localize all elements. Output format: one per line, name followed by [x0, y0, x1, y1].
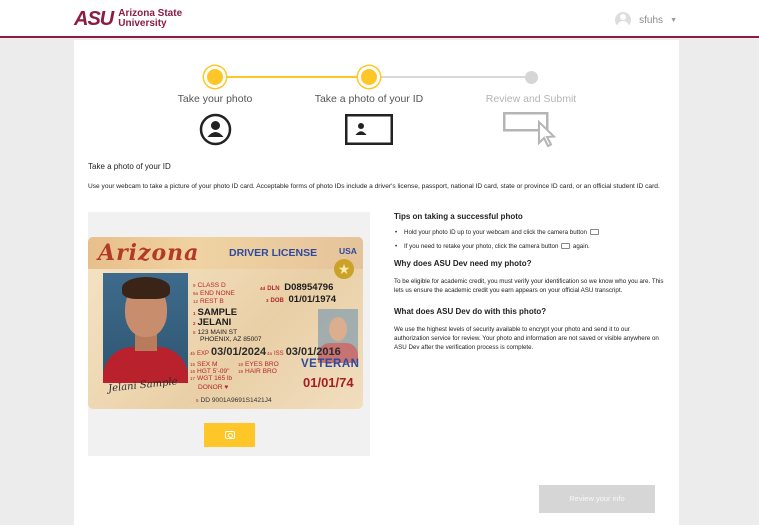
- what-text: We use the highest levels of security av…: [394, 326, 659, 351]
- id-eyes: 18 EYES BRO: [238, 361, 279, 368]
- id-state: Arizona: [98, 240, 200, 266]
- id-type: DRIVER LICENSE: [229, 247, 318, 259]
- person-circle-icon: [199, 113, 232, 146]
- step-connector-pending: [370, 76, 531, 78]
- id-dob: 3 DOB 01/01/1974: [266, 294, 337, 305]
- tips-list: Hold your photo ID up to your webcam and…: [394, 229, 664, 251]
- step-dot-2: [361, 69, 377, 85]
- step-dot-3: [525, 71, 538, 84]
- id-address-2: PHOENIX, AZ 85007: [200, 336, 262, 343]
- id-country: USA: [339, 246, 357, 256]
- id-height: 16 HGT 5'-09": [190, 368, 230, 375]
- id-dln: 4d DLN D08954796: [260, 282, 334, 293]
- tips-title: Tips on taking a successful photo: [394, 212, 523, 221]
- id-portrait: [103, 273, 188, 383]
- id-class: 9 CLASS D: [193, 282, 226, 289]
- user-menu[interactable]: sfuhs ▼: [615, 12, 677, 28]
- webcam-id-preview: Arizona DRIVER LICENSE USA ★ 9 CLASS D 9a…: [88, 237, 363, 409]
- id-dob-short: 01/01/74: [303, 375, 354, 390]
- logo-mark: ASU: [74, 8, 114, 30]
- tips-panel: Tips on taking a successful photo Hold y…: [394, 212, 664, 352]
- review-cursor-icon: [503, 112, 557, 148]
- id-address-1: 8 123 MAIN ST: [193, 329, 238, 336]
- left-gutter: [0, 40, 74, 525]
- camera-icon: [561, 243, 571, 250]
- id-weight: 17 WGT 165 lb: [190, 375, 233, 382]
- step-connector-complete: [215, 76, 369, 78]
- chevron-down-icon: ▼: [670, 16, 677, 24]
- why-title: Why does ASU Dev need my photo?: [394, 259, 532, 268]
- heart-icon: ♥: [224, 384, 229, 391]
- camera-icon: [589, 229, 599, 236]
- id-veteran: VETERAN: [301, 358, 360, 370]
- logo-line-2: University: [118, 18, 167, 29]
- id-end: 9a END NONE: [193, 290, 235, 297]
- id-hair: 19 HAIR BRO: [238, 368, 277, 375]
- id-exp: 4b EXP 03/01/2024: [190, 346, 267, 358]
- what-title: What does ASU Dev do with this photo?: [394, 307, 547, 316]
- logo-text: Arizona State University: [118, 9, 182, 29]
- id-iss: 4a ISS 03/01/2016: [267, 346, 341, 358]
- id-rest: 12 REST B: [193, 298, 224, 305]
- gold-star-icon: ★: [334, 259, 354, 279]
- step-label-3: Review and Submit: [485, 93, 577, 105]
- right-gutter: [679, 40, 759, 525]
- id-dd: 5 DD 9001A9691S1421J4: [196, 397, 272, 404]
- tip-item: Hold your photo ID up to your webcam and…: [394, 229, 664, 237]
- review-info-button[interactable]: Review your info: [539, 485, 655, 513]
- id-first-name: 2 JELANI: [193, 317, 232, 328]
- step-label-2: Take a photo of your ID: [314, 93, 424, 105]
- step-dot-1: [207, 69, 223, 85]
- avatar: [615, 12, 632, 28]
- id-sex: 15 SEX M: [190, 361, 218, 368]
- tip-item: If you need to retake your photo, click …: [394, 243, 664, 251]
- asu-logo[interactable]: ASU Arizona State University: [74, 8, 182, 30]
- camera-icon: [224, 431, 235, 439]
- section-title: Take a photo of your ID: [88, 162, 171, 171]
- id-donor: DONOR ♥: [198, 384, 229, 391]
- top-bar: ASU Arizona State University sfuhs ▼: [0, 0, 759, 38]
- step-label-1: Take your photo: [177, 93, 253, 105]
- id-card-icon: [345, 114, 393, 145]
- username: sfuhs: [639, 14, 664, 26]
- why-text: To be eligible for academic credit, you …: [394, 278, 664, 294]
- section-description: Use your webcam to take a picture of you…: [88, 183, 660, 190]
- camera-button[interactable]: [204, 423, 255, 447]
